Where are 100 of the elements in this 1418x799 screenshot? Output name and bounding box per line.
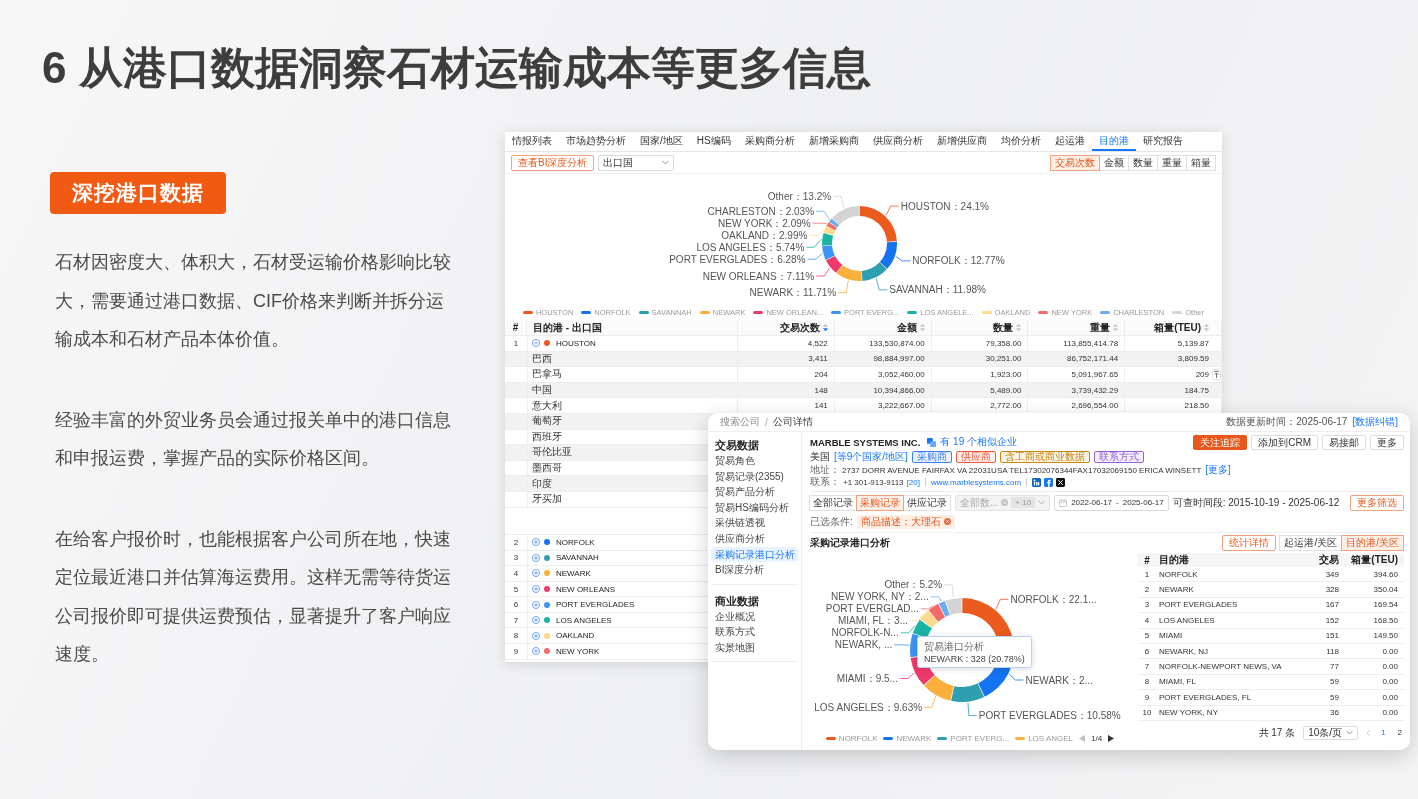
- plus-circle-icon[interactable]: [532, 569, 540, 578]
- slice-label: PORT EVERGLAD...: [825, 603, 919, 615]
- bi-analysis-button[interactable]: 查看BI深度分析: [511, 154, 595, 171]
- date-range-field[interactable]: 2022-06-17 - 2025-06-17: [1054, 494, 1169, 511]
- nav-tab[interactable]: HS编码: [689, 132, 738, 151]
- sort-icon[interactable]: [1113, 323, 1119, 332]
- metric-button[interactable]: 箱量: [1186, 154, 1216, 171]
- table-cell-text: NEWARK, NJ: [1158, 646, 1210, 656]
- nav-tab[interactable]: 研究报告: [1135, 132, 1190, 151]
- sidebar-item[interactable]: 采供链透视: [711, 515, 798, 531]
- table-cell-text: 349: [1324, 569, 1340, 579]
- table-cell-text: NEWARK: [1158, 585, 1195, 595]
- close-icon[interactable]: [943, 518, 951, 525]
- leader-line: [805, 238, 822, 248]
- breadcrumb-separator: /: [765, 416, 768, 428]
- leader-line: [909, 613, 924, 622]
- table-cell-text: 4: [1143, 615, 1151, 625]
- plus-circle-icon[interactable]: [532, 616, 540, 625]
- caret-icon: [662, 160, 670, 165]
- dimension-select[interactable]: 出口国: [598, 154, 675, 171]
- port-toggle-button[interactable]: 起运港/关区: [1279, 535, 1343, 551]
- table-cell-text: 7: [512, 614, 520, 627]
- sidebar-item[interactable]: BI深度分析: [711, 562, 798, 578]
- copy-icon: [927, 437, 937, 447]
- slice-label: NEWARK, ...: [834, 639, 893, 651]
- more-filters-button[interactable]: 更多筛选: [1350, 494, 1404, 511]
- sidebar-item[interactable]: 实景地图: [711, 639, 798, 656]
- action-button[interactable]: 关注追踪: [1193, 434, 1248, 450]
- prev-page-icon[interactable]: [1366, 728, 1372, 737]
- plus-circle-icon[interactable]: [532, 553, 540, 562]
- metric-button[interactable]: 数量: [1128, 154, 1158, 171]
- port-name: NEWARK: [556, 568, 591, 578]
- back-to-top-icon[interactable]: [1212, 369, 1221, 380]
- nav-tab[interactable]: 均价分析: [993, 132, 1048, 151]
- stats-button[interactable]: 统计详情: [1222, 535, 1277, 551]
- available-period: 可查时间段: 2015-10-19 - 2025-06-12: [1172, 495, 1340, 510]
- table-cell-text: 6: [512, 599, 520, 612]
- phone-count-link[interactable]: [20]: [906, 477, 920, 487]
- table-cell-text: 8: [512, 630, 520, 643]
- nav-tab[interactable]: 起运港: [1047, 132, 1092, 151]
- correction-link[interactable]: [数据纠错]: [1352, 415, 1398, 429]
- breadcrumb-link[interactable]: 搜索公司: [720, 415, 760, 429]
- nav-tab[interactable]: 情报列表: [505, 132, 559, 151]
- table-cell-text: PORT EVERGLADES, FL: [1158, 692, 1253, 702]
- table-cell: 中国: [527, 382, 738, 398]
- nav-tab[interactable]: 目的港: [1091, 132, 1136, 151]
- sidebar-item[interactable]: 采购记录港口分析: [711, 546, 798, 563]
- nav-tab[interactable]: 国家/地区: [633, 132, 690, 151]
- sidebar-item[interactable]: 企业概况: [711, 608, 798, 625]
- company-tag: 供应商: [955, 451, 996, 463]
- sidebar-item[interactable]: 联系方式: [711, 624, 798, 640]
- column-header: 箱量(TEU): [1154, 320, 1201, 335]
- nav-tab[interactable]: 市场趋势分析: [559, 132, 633, 151]
- plus-circle-icon[interactable]: [532, 585, 540, 593]
- sort-icon[interactable]: [1016, 323, 1022, 332]
- page-button[interactable]: 1: [1379, 728, 1388, 738]
- action-button[interactable]: 更多: [1370, 434, 1404, 450]
- page-button[interactable]: 2: [1395, 728, 1404, 738]
- nav-tab[interactable]: 采购商分析: [737, 132, 802, 151]
- table-cell-text: 350.04: [1372, 585, 1399, 595]
- nav-tab[interactable]: 新增采购商: [801, 132, 866, 151]
- plus-circle-icon[interactable]: [532, 538, 540, 547]
- nav-tab[interactable]: 供应商分析: [865, 132, 930, 151]
- record-tab[interactable]: 全部记录: [809, 494, 857, 511]
- more-link[interactable]: [更多]: [1205, 463, 1231, 477]
- slice-label: SAVANNAH：11.98%: [889, 284, 986, 296]
- metric-button[interactable]: 金额: [1099, 154, 1129, 171]
- record-tab[interactable]: 供应记录: [903, 494, 951, 511]
- caret-icon: [1038, 500, 1046, 505]
- column-header: 金额: [896, 320, 917, 335]
- sort-icon[interactable]: [822, 323, 828, 332]
- similar-companies-link[interactable]: 有 19 个相似企业: [940, 435, 1017, 449]
- plus-circle-icon[interactable]: [532, 647, 540, 656]
- action-button[interactable]: 添加到CRM: [1251, 434, 1318, 450]
- website-link[interactable]: www.marblesystems.com: [930, 477, 1022, 487]
- table-cell-text: 1: [1143, 569, 1151, 579]
- country-link[interactable]: [等9个国家/地区]: [834, 450, 908, 464]
- prev-page-icon[interactable]: [1079, 734, 1086, 742]
- plus-circle-icon[interactable]: [532, 631, 540, 640]
- table-cell-text: 167: [1324, 600, 1340, 610]
- social-link-icon[interactable]: [1056, 477, 1066, 487]
- sort-icon[interactable]: [919, 323, 925, 332]
- sort-icon[interactable]: [1204, 323, 1209, 332]
- table-cell-text: 151: [1324, 631, 1340, 641]
- port-name: NEW YORK: [556, 646, 600, 656]
- column-header: #: [512, 322, 519, 333]
- plus-circle-icon[interactable]: [532, 600, 540, 609]
- date-separator: -: [1116, 498, 1119, 507]
- table-cell: 3,739,432.29: [1028, 382, 1126, 398]
- action-button[interactable]: 易接邮: [1322, 434, 1366, 450]
- metric-button[interactable]: 重量: [1157, 154, 1187, 171]
- sidebar-item[interactable]: 供应商分析: [711, 530, 798, 547]
- nav-tab[interactable]: 新增供应商: [929, 132, 994, 151]
- next-page-icon[interactable]: [1108, 734, 1115, 742]
- legend-page: 1/4: [1091, 733, 1103, 743]
- page-size-select[interactable]: 10条/页: [1303, 725, 1359, 740]
- minus-circle-icon[interactable]: [532, 339, 540, 348]
- table-cell: 2,696,554.00: [1028, 398, 1126, 413]
- table-cell: 30,251.00: [931, 351, 1029, 367]
- table-cell-text: MIAMI: [1158, 631, 1184, 641]
